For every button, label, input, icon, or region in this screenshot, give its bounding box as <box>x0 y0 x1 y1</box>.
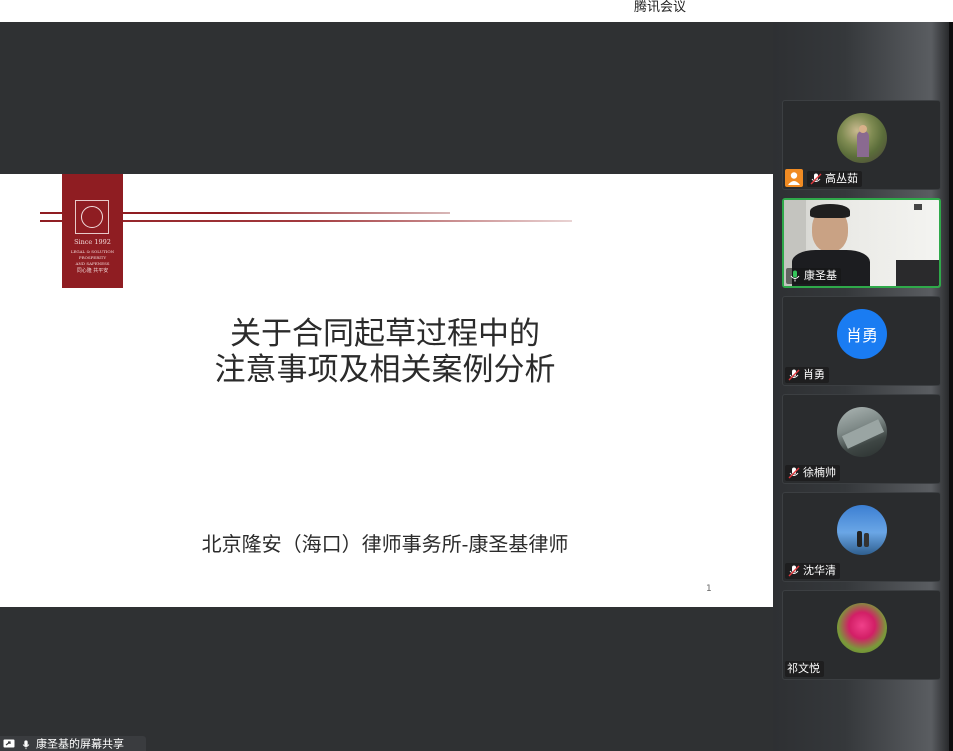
meeting-window: 腾讯会议 Since 1992 LEGAL & SOLUTION PROSPER… <box>0 0 953 751</box>
participant-tile[interactable]: 高丛茹 <box>782 100 941 190</box>
window-title: 腾讯会议 <box>634 0 687 15</box>
logo-motto: 同心隆 共平安 <box>76 268 109 274</box>
participant-name: 康圣基 <box>804 269 837 282</box>
participant-name-row: 肖勇 <box>785 367 829 383</box>
participant-avatar <box>837 407 887 457</box>
participant-avatar <box>837 113 887 163</box>
participant-tile[interactable]: 肖勇 肖勇 <box>782 296 941 386</box>
participant-name: 祁文悦 <box>787 662 820 675</box>
participant-name: 肖勇 <box>803 368 825 381</box>
slide-title: 注意事项及相关案例分析 <box>214 352 556 388</box>
logo-tagline: LEGAL & SOLUTION <box>70 249 115 254</box>
panel-edge <box>949 22 953 751</box>
mic-icon <box>22 739 29 749</box>
mic-muted-icon <box>788 467 800 479</box>
participant-name-row: 祁文悦 <box>785 661 824 677</box>
slide-page-number: 1 <box>706 584 712 594</box>
participant-avatar: 肖勇 <box>837 309 887 359</box>
participant-tile[interactable]: 沈华清 <box>782 492 941 582</box>
participant-name-row: 高丛茹 <box>807 171 862 187</box>
slide-subtitle: 北京隆安（海口）律师事务所-康圣基律师 <box>201 532 569 556</box>
participant-name-row: 康圣基 <box>786 268 841 284</box>
logo-emblem <box>75 200 109 234</box>
participant-tile[interactable]: 徐楠帅 <box>782 394 941 484</box>
screen-share-icon <box>3 739 15 748</box>
participant-panel: 高丛茹 康圣基 肖勇 肖勇 徐楠帅 沈华清 祁文悦 <box>773 22 953 751</box>
participant-tile[interactable]: 祁文悦 <box>782 590 941 680</box>
screen-share-label-text: 康圣基的屏幕共享 <box>36 737 124 751</box>
logo-tagline: PROSPERITY <box>78 255 107 260</box>
logo-circle-icon <box>81 206 103 228</box>
law-firm-logo: Since 1992 LEGAL & SOLUTION PROSPERITY A… <box>62 174 123 288</box>
participant-avatar <box>837 505 887 555</box>
participant-tile-active[interactable]: 康圣基 <box>782 198 941 288</box>
participant-name: 高丛茹 <box>825 172 858 185</box>
participant-name: 沈华清 <box>803 564 836 577</box>
mic-muted-icon <box>788 565 800 577</box>
presentation-slide: Since 1992 LEGAL & SOLUTION PROSPERITY A… <box>0 174 773 607</box>
host-icon <box>785 169 803 187</box>
title-bar: 腾讯会议 <box>0 0 953 22</box>
avatar-initials: 肖勇 <box>845 326 878 345</box>
screen-share-label[interactable]: 康圣基的屏幕共享 <box>0 736 146 751</box>
mic-muted-icon <box>810 173 822 185</box>
participant-name-row: 沈华清 <box>785 563 840 579</box>
mic-muted-icon <box>788 369 800 381</box>
logo-since-text: Since 1992 <box>74 238 111 246</box>
shared-screen-stage: Since 1992 LEGAL & SOLUTION PROSPERITY A… <box>0 22 773 751</box>
mic-active-icon <box>790 270 800 282</box>
logo-tagline: AND SAFENESS <box>75 261 110 266</box>
participant-name-row: 徐楠帅 <box>785 465 840 481</box>
participant-avatar <box>837 603 887 653</box>
slide-title: 关于合同起草过程中的 <box>230 316 540 352</box>
participant-name: 徐楠帅 <box>803 466 836 479</box>
